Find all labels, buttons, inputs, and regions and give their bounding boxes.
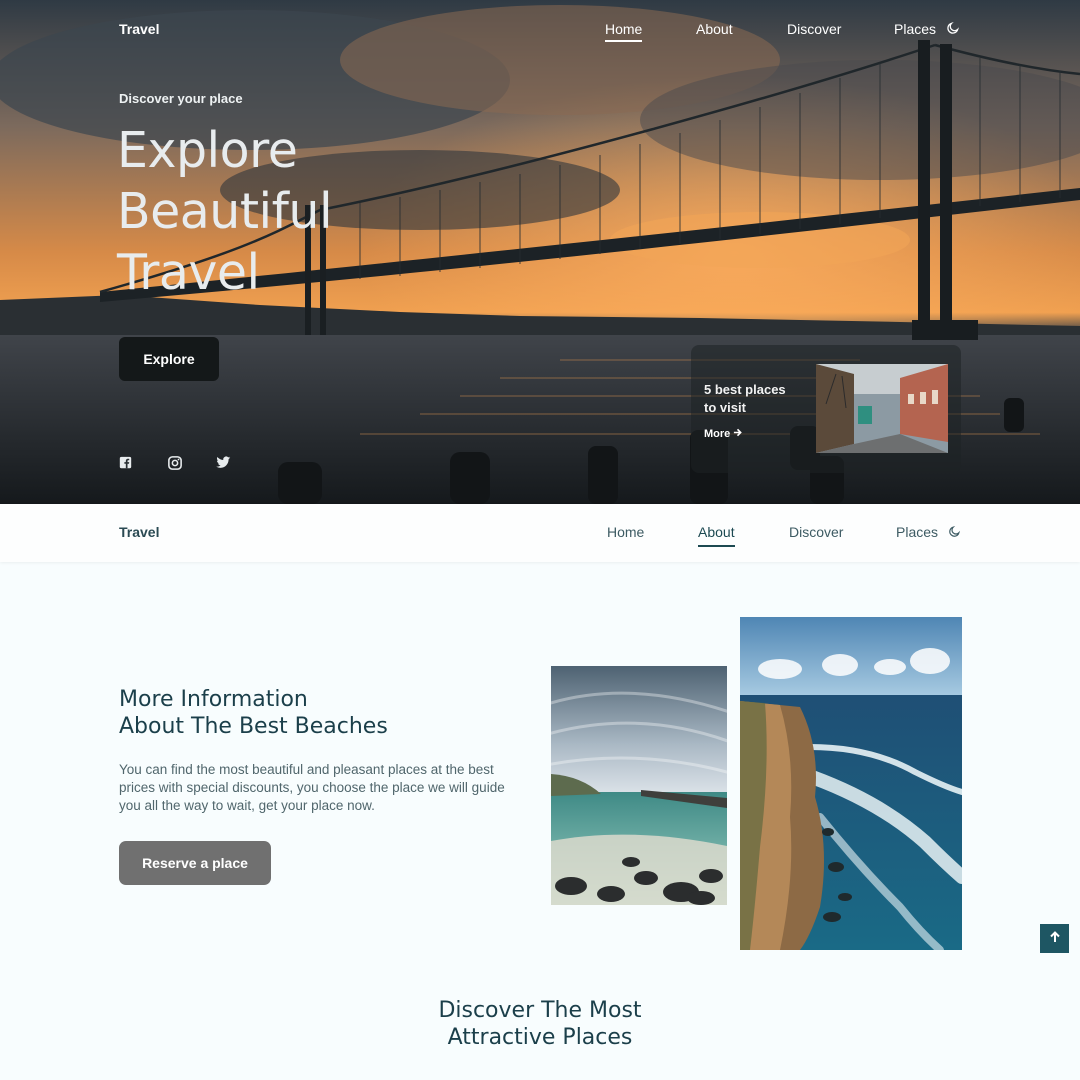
about-description: You can find the most beautiful and plea… [119, 762, 505, 813]
header-nav-discover[interactable]: Discover [789, 524, 843, 540]
beach-image [551, 666, 727, 905]
hero-section: Travel Home About Discover Places Discov… [0, 0, 1080, 504]
hero-title-line: Beautiful [117, 183, 333, 240]
hero-title-line: Explore [117, 122, 298, 179]
discover-title-line: Discover The Most [438, 998, 642, 1023]
instagram-icon[interactable] [168, 456, 182, 470]
places-card-thumbnail [816, 364, 948, 453]
discover-title: Discover The Most Attractive Places [0, 997, 1080, 1051]
arrow-up-icon [1049, 931, 1061, 946]
hero-title-line: Travel [117, 244, 260, 301]
hero-nav-about[interactable]: About [696, 21, 733, 37]
discover-title-line: Attractive Places [447, 1025, 633, 1050]
about-title-line: More Information [119, 687, 308, 712]
explore-button[interactable]: Explore [119, 337, 219, 381]
hero-title: Explore Beautiful Travel [117, 120, 477, 303]
header-brand-logo[interactable]: Travel [119, 524, 159, 540]
arrow-right-icon [733, 428, 743, 440]
main-header: Travel Home About Discover Places [0, 504, 1080, 562]
hero-subtitle: Discover your place [119, 91, 243, 106]
more-label: More [704, 428, 731, 440]
hero-nav-home[interactable]: Home [605, 21, 643, 42]
places-card-text-line: 5 best places [704, 382, 786, 397]
scroll-top-button[interactable] [1040, 924, 1069, 953]
about-title-line: About The Best Beaches [119, 714, 388, 739]
places-card-more-link[interactable]: More [704, 428, 743, 440]
facebook-icon[interactable] [119, 456, 133, 470]
hero-nav-places[interactable]: Places [894, 21, 936, 37]
hero-navbar: Travel Home About Discover Places [0, 0, 1080, 60]
reserve-place-button[interactable]: Reserve a place [119, 841, 271, 885]
about-title: More Information About The Best Beaches [119, 686, 388, 740]
hero-brand-logo[interactable]: Travel [119, 21, 159, 37]
header-nav-home[interactable]: Home [607, 524, 644, 540]
places-card-text: 5 best places to visit [704, 381, 804, 417]
places-card[interactable]: 5 best places to visit More [691, 345, 961, 473]
hero-nav-discover[interactable]: Discover [787, 21, 841, 37]
header-nav-places[interactable]: Places [896, 524, 938, 540]
moon-icon[interactable] [948, 525, 963, 540]
places-card-text-line: to visit [704, 400, 746, 415]
twitter-icon[interactable] [216, 456, 231, 470]
header-nav-about[interactable]: About [698, 524, 735, 547]
cliff-coast-image [740, 617, 962, 950]
moon-icon[interactable] [946, 21, 962, 37]
